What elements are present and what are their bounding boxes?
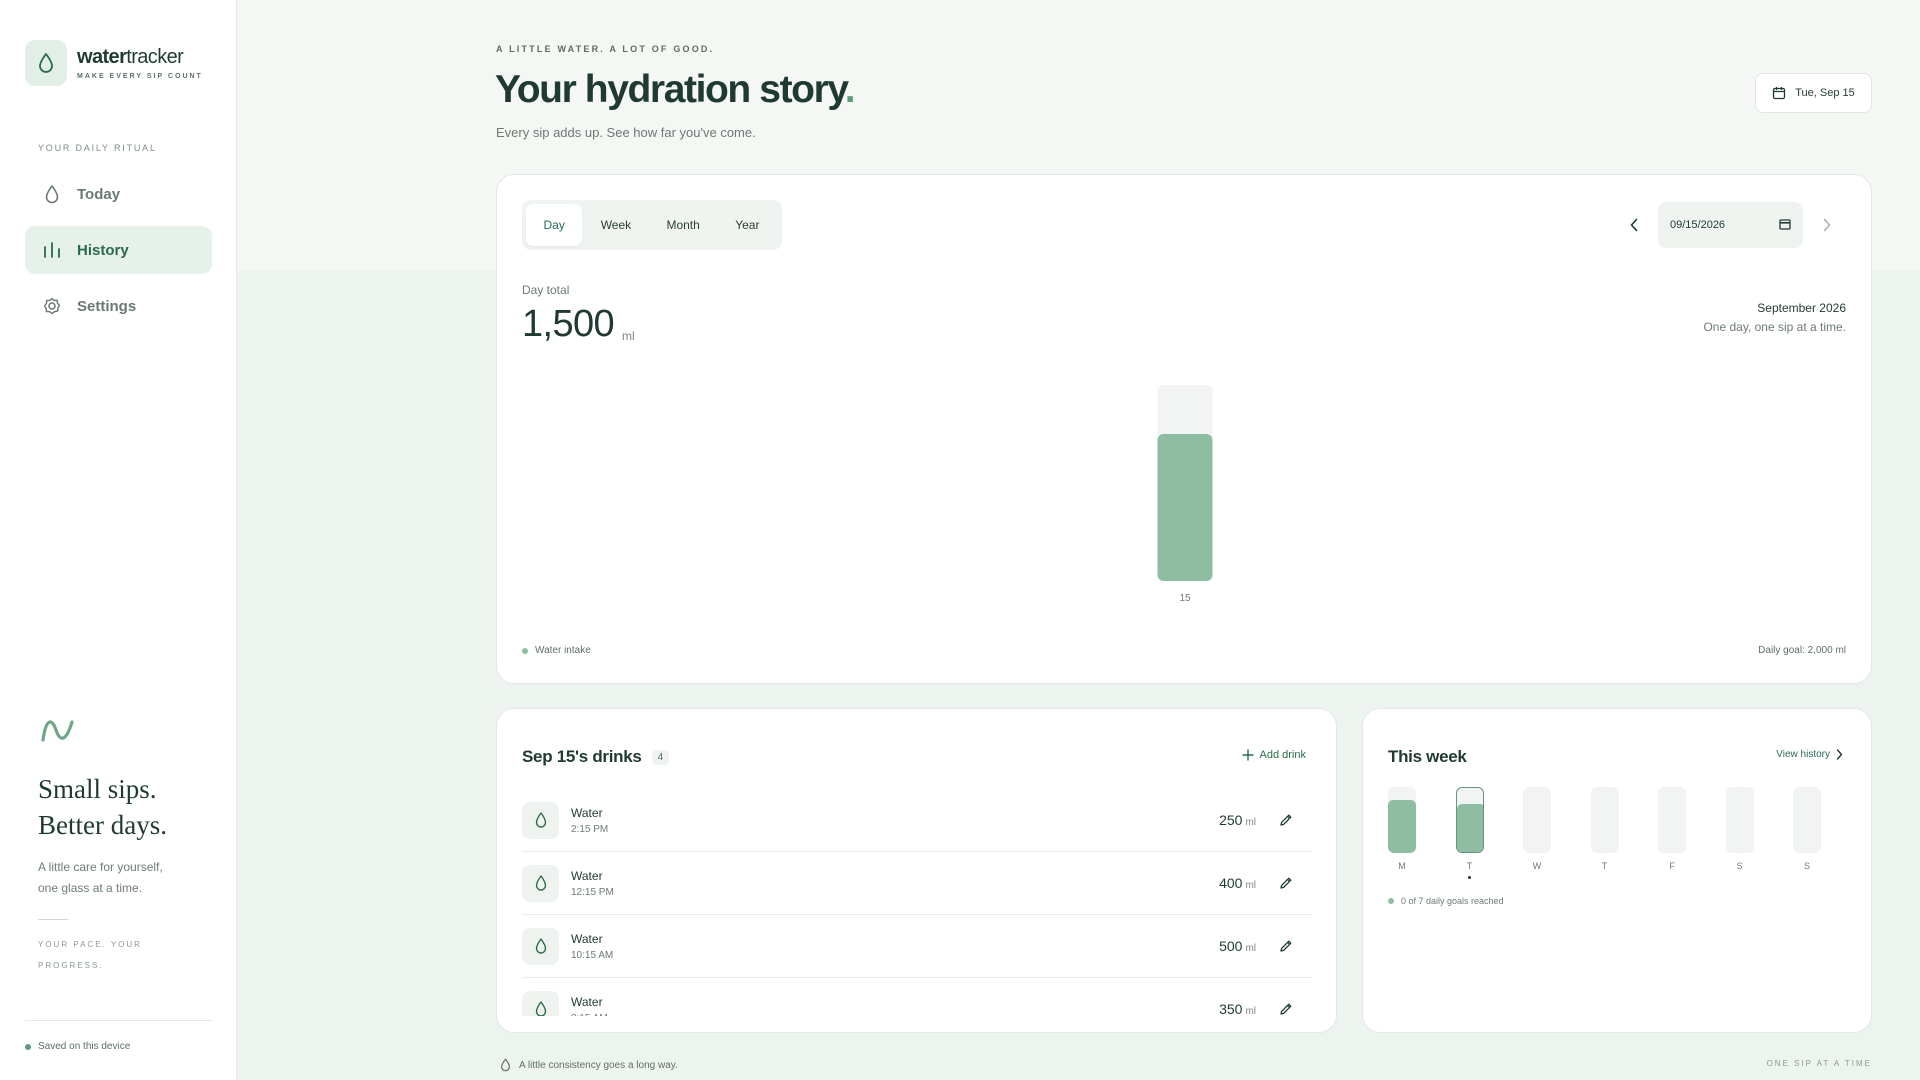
bar-chart-icon (42, 240, 62, 260)
page-eyebrow: A LITTLE WATER. A LOT OF GOOD. (496, 44, 715, 54)
drink-amount: 400 ml (1219, 875, 1256, 891)
footer-tagline: ONE SIP AT A TIME (1766, 1059, 1872, 1068)
drop-icon (25, 40, 67, 86)
pencil-icon (1280, 877, 1292, 889)
week-card: This week View history M T W T F S S 0 of 7 da… (1362, 708, 1872, 1033)
drinks-card: Sep 15's drinks 4 Add drink Water 2:15 PM… (496, 708, 1337, 1033)
sidebar-item-history[interactable]: History (25, 226, 212, 274)
footer-note: A little consistency goes a long way. (500, 1058, 678, 1072)
chevron-right-icon (1836, 749, 1843, 760)
drink-row[interactable]: Water 2:15 PM 250 ml (522, 789, 1312, 852)
sidebar-item-label: Today (77, 185, 121, 203)
day-label: F (1669, 861, 1675, 871)
day-label: M (1398, 861, 1406, 871)
promo-block: Small sips. Better days. A little care f… (38, 712, 218, 976)
drink-time: 12:15 PM (571, 886, 614, 898)
drink-amount: 250 ml (1219, 812, 1256, 828)
calendar-icon (1772, 86, 1786, 100)
sidebar-nav: Today History Settings (25, 170, 212, 338)
day-fill (1456, 804, 1483, 852)
day-track (1523, 787, 1551, 853)
day-label: S (1803, 861, 1810, 871)
drop-icon (500, 1058, 511, 1072)
drink-row[interactable]: Water 8:15 AM 350ml (522, 978, 1312, 1016)
plus-icon (1241, 749, 1254, 761)
day-fill (1388, 800, 1416, 853)
pencil-icon (1280, 940, 1292, 952)
status-dot (1388, 898, 1394, 904)
drink-time: 10:15 AM (571, 949, 614, 961)
edit-drink-button[interactable] (1276, 873, 1296, 893)
day-track (1388, 787, 1416, 853)
daily-goal-note: Daily goal: 2,000 ml (1758, 645, 1846, 656)
view-history-link[interactable]: View history (1776, 749, 1843, 760)
save-status: Saved on this device (25, 1020, 213, 1052)
day-label: W (1532, 861, 1542, 871)
add-drink-button[interactable]: Add drink (1241, 749, 1306, 761)
drink-name: Water (571, 868, 603, 883)
drink-row[interactable]: Water 10:15 AM 500 ml (522, 915, 1312, 978)
intake-bar[interactable] (1157, 434, 1213, 581)
drink-amount: 500 ml (1219, 938, 1256, 954)
drink-time: 8:15 AM (571, 1013, 608, 1017)
divider (38, 919, 68, 920)
drink-amount: 350 ml (1219, 1001, 1256, 1016)
page-title: Your hydration story. (495, 68, 856, 111)
chart-legend: Water intake (522, 645, 591, 656)
day-track (1590, 787, 1619, 853)
day-track (1793, 787, 1821, 853)
intake-chart: 15 (1157, 385, 1213, 604)
drop-icon (522, 990, 559, 1016)
drink-name: Water (571, 994, 603, 1009)
drop-icon (522, 864, 559, 902)
current-date-chip[interactable]: Tue, Sep 15 (1755, 73, 1872, 113)
wave-icon (41, 720, 74, 742)
week-days: MTWTFSS (1388, 787, 1848, 887)
drink-name: Water (571, 931, 603, 946)
goals-reached: 0 of 7 daily goals reached (1388, 896, 1504, 906)
sidebar-item-settings[interactable]: Settings (25, 282, 212, 330)
promo-title: Small sips. Better days. (38, 774, 167, 840)
day-label: T (1601, 861, 1608, 871)
drinks-title: Sep 15's drinks 4 (522, 747, 669, 767)
gear-icon (42, 296, 62, 316)
day-label: S (1736, 861, 1743, 871)
edit-drink-button[interactable] (1276, 999, 1296, 1016)
nav-caption: YOUR DAILY RITUAL (38, 143, 157, 153)
page-subtitle: Every sip adds up. See how far you've co… (496, 125, 756, 140)
drop-icon (522, 927, 559, 965)
x-tick-label: 15 (1179, 593, 1191, 604)
status-dot (25, 1043, 31, 1050)
sidebar-item-label: Settings (77, 297, 137, 315)
sidebar-item-label: History (77, 241, 129, 259)
sidebar: watertracker MAKE EVERY SIP COUNT YOUR D… (0, 0, 237, 1080)
edit-drink-button[interactable] (1276, 810, 1296, 830)
day-track (1658, 787, 1686, 853)
app-tagline: MAKE EVERY SIP COUNT (77, 73, 203, 80)
day-track (1455, 787, 1484, 853)
pencil-icon (1280, 814, 1292, 826)
brand[interactable]: watertracker MAKE EVERY SIP COUNT (25, 40, 203, 86)
drop-icon (42, 184, 62, 204)
week-title: This week (1388, 747, 1467, 766)
day-label: T (1466, 861, 1473, 871)
day-track (1725, 787, 1754, 853)
drink-row[interactable]: Water 12:15 PM 400 ml (522, 852, 1312, 915)
legend-swatch (522, 647, 528, 654)
pencil-icon (1280, 1003, 1292, 1015)
count-badge: 4 (651, 749, 669, 765)
today-marker (1467, 876, 1471, 879)
drink-name: Water (571, 805, 603, 820)
promo-foot: YOUR PACE. YOUR PROGRESS. (38, 940, 142, 970)
drinks-list: Water 2:15 PM 250 ml Water 12:15 PM 400 ml Water… (522, 789, 1312, 1016)
edit-drink-button[interactable] (1276, 936, 1296, 956)
app-name: watertracker (77, 46, 184, 68)
sidebar-item-today[interactable]: Today (25, 170, 212, 218)
promo-text: A little care for yourself, one glass at… (38, 860, 163, 895)
drink-time: 2:15 PM (571, 823, 609, 835)
history-card: Day Week Month Year 09/15/2026 Day total… (496, 174, 1872, 684)
drop-icon (522, 801, 559, 839)
